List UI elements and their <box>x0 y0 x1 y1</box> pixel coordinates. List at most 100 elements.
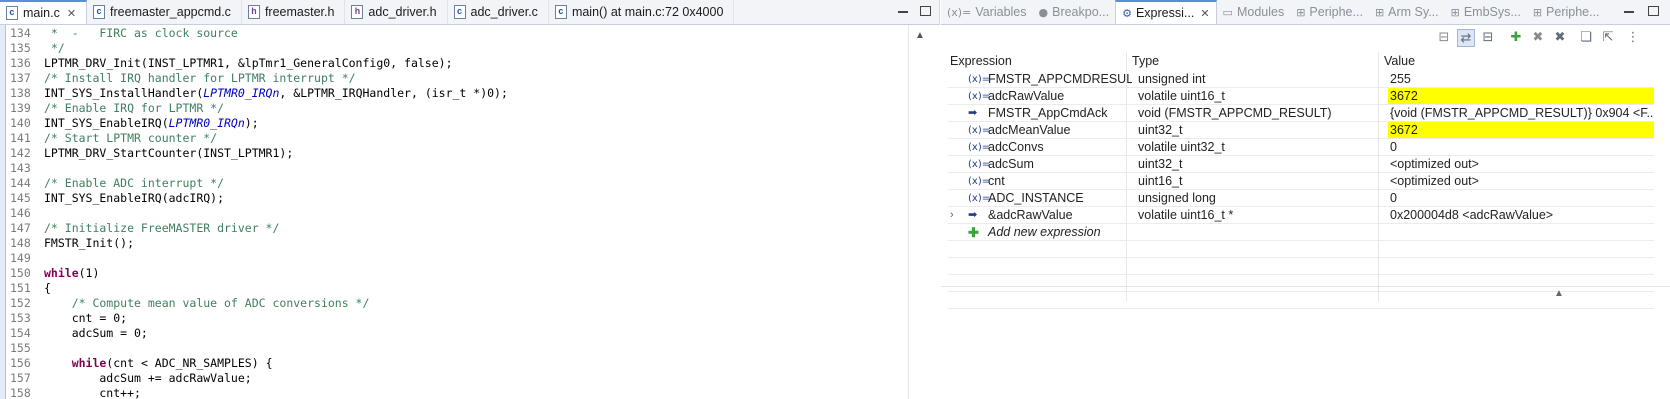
tab-breakpoints[interactable]: ● Breakpo... <box>1033 0 1116 24</box>
expression-row[interactable]: (x)= cnt uint16_t <optimized out> <box>948 173 1654 190</box>
column-header-value[interactable]: Value <box>1382 52 1415 70</box>
tab-adc-driver-h[interactable]: h adc_driver.h <box>345 0 448 24</box>
code-line[interactable]: 142 LPTMR_DRV_StartCounter(INST_LPTMR1); <box>6 146 906 161</box>
tab-variables[interactable]: (x)= Variables <box>941 0 1033 24</box>
code-line[interactable]: 140 INT_SYS_EnableIRQ(LPTMR0_IRQn); <box>6 116 906 131</box>
show-logical-structure-icon[interactable]: ⇄ <box>1457 29 1475 47</box>
expand-chevron-icon[interactable]: › <box>950 207 954 224</box>
code-line[interactable]: 141 /* Start LPTMR counter */ <box>6 131 906 146</box>
code-line[interactable]: 144 /* Enable ADC interrupt */ <box>6 176 906 191</box>
expression-cell[interactable]: (x)= ADC_INSTANCE <box>968 190 1132 207</box>
type-cell: unsigned int <box>1138 72 1206 86</box>
close-icon[interactable]: ✕ <box>1200 7 1209 20</box>
code-line[interactable]: 137 /* Install IRQ handler for LPTMR inte… <box>6 71 906 86</box>
code-line[interactable]: 138 INT_SYS_InstallHandler(LPTMR0_IRQn, &… <box>6 86 906 101</box>
expression-cell[interactable]: ➡ FMSTR_AppCmdAck <box>968 105 1132 122</box>
code-text: , &LPTMR_IRQHandler, (isr_t *)0); <box>279 86 508 100</box>
code-line[interactable]: 147 /* Initialize FreeMASTER driver */ <box>6 221 906 236</box>
add-expression-icon[interactable]: ✚ <box>1507 29 1525 47</box>
expression-row[interactable]: (x)= adcSum uint32_t <optimized out> <box>948 156 1654 173</box>
maximize-icon[interactable] <box>917 3 933 19</box>
editor-vertical-scrollbar[interactable]: ▲ <box>908 25 940 399</box>
code-line[interactable]: 157 adcSum += adcRawValue; <box>6 371 906 386</box>
tab-modules[interactable]: ▭ Modules <box>1217 0 1291 24</box>
value-cell[interactable]: 3672 <box>1388 88 1654 105</box>
code-line[interactable]: 136 LPTMR_DRV_Init(INST_LPTMR1, &lpTmr1_G… <box>6 56 906 71</box>
value-cell[interactable]: <optimized out> <box>1388 173 1654 190</box>
expression-row[interactable]: ➡ FMSTR_AppCmdAck void (FMSTR_APPCMD_RESUL… <box>948 105 1654 122</box>
scroll-up-icon[interactable]: ▲ <box>1554 288 1564 299</box>
tab-embsys[interactable]: ⊞ EmbSys... <box>1445 0 1527 24</box>
code-line[interactable]: 150 while(1) <box>6 266 906 281</box>
code-line[interactable]: 154 adcSum = 0; <box>6 326 906 341</box>
value-cell[interactable]: 0 <box>1388 190 1654 207</box>
expression-cell[interactable]: (x)= adcConvs <box>968 139 1132 156</box>
tab-freemaster-h[interactable]: h freemaster.h <box>242 0 346 24</box>
value-cell[interactable]: 3672 <box>1388 122 1654 139</box>
expression-cell[interactable]: ✚ Add new expression <box>968 224 1132 241</box>
new-watch-icon[interactable]: ❏ <box>1577 29 1595 47</box>
minimize-icon[interactable] <box>895 3 911 19</box>
expression-cell[interactable]: (x)= adcRawValue <box>968 88 1132 105</box>
code-line[interactable]: 158 cnt++; <box>6 386 906 399</box>
macro-name: LPTMR0_IRQn <box>203 86 280 100</box>
code-line[interactable]: 135 */ <box>6 41 906 56</box>
code-line[interactable]: 155 <box>6 341 906 356</box>
tab-expressions[interactable]: ⚙ Expressi... ✕ <box>1115 0 1217 24</box>
expression-cell[interactable]: (x)= cnt <box>968 173 1132 190</box>
registers-icon: ⊞ <box>1450 5 1460 19</box>
tab-freemaster-appcmd-c[interactable]: c freemaster_appcmd.c <box>87 0 242 24</box>
close-icon[interactable]: ✕ <box>67 7 76 20</box>
code-line[interactable]: 146 <box>6 206 906 221</box>
expression-row[interactable]: (x)= adcRawValue volatile uint16_t 3672 <box>948 88 1654 105</box>
code-line[interactable]: 145 INT_SYS_EnableIRQ(adcIRQ); <box>6 191 906 206</box>
add-new-expression-row[interactable]: ✚ Add new expression <box>948 224 1654 241</box>
code-line[interactable]: 149 <box>6 251 906 266</box>
code-line[interactable]: 152 /* Compute mean value of ADC convers… <box>6 296 906 311</box>
code-line[interactable]: 134 * - FIRC as clock source <box>6 26 906 41</box>
expression-cell[interactable]: (x)= adcMeanValue <box>968 122 1132 139</box>
show-type-names-icon[interactable]: ⊟ <box>1435 29 1453 47</box>
column-header-expression[interactable]: Expression <box>948 52 1012 70</box>
scroll-up-icon[interactable]: ▲ <box>915 30 925 41</box>
expression-row[interactable]: (x)= adcConvs volatile uint32_t 0 <box>948 139 1654 156</box>
expression-name: FMSTR_APPCMDRESULT_N <box>988 72 1132 86</box>
tab-main-c[interactable]: c main.c ✕ <box>0 0 88 24</box>
maximize-icon[interactable] <box>1645 3 1661 19</box>
expression-cell[interactable]: (x)=FMSTR_APPCMDRESULT_N <box>968 71 1132 88</box>
remove-expression-icon[interactable]: ✖ <box>1529 29 1547 47</box>
export-icon[interactable]: ⇱ <box>1599 29 1617 47</box>
function-pointer-icon: ➡ <box>968 107 978 119</box>
code-line[interactable]: 148 FMSTR_Init(); <box>6 236 906 251</box>
minimize-icon[interactable] <box>1621 3 1637 19</box>
collapse-all-icon[interactable]: ⊟ <box>1479 29 1497 47</box>
code-line[interactable]: 143 <box>6 161 906 176</box>
expression-row[interactable]: (x)=FMSTR_APPCMDRESULT_N unsigned int 255 <box>948 71 1654 88</box>
tab-main-disassembly[interactable]: c main() at main.c:72 0x4000 <box>549 0 735 24</box>
view-menu-icon[interactable]: ⋮ <box>1624 29 1642 47</box>
row-gridline <box>948 308 1654 309</box>
code-line[interactable]: 153 cnt = 0; <box>6 311 906 326</box>
code-line[interactable]: 151 { <box>6 281 906 296</box>
code-text-area[interactable]: 134 * - FIRC as clock source 135 */136 LPT… <box>0 25 908 399</box>
value-cell[interactable]: {void (FMSTR_APPCMD_RESULT)} 0x904 <F... <box>1388 105 1654 122</box>
tab-label: Breakpo... <box>1052 5 1110 19</box>
tab-adc-driver-c[interactable]: c adc_driver.c <box>448 0 549 24</box>
code-line[interactable]: 156 while(cnt < ADC_NR_SAMPLES) { <box>6 356 906 371</box>
value-cell[interactable]: 255 <box>1388 71 1654 88</box>
expression-row[interactable]: › ➡ &adcRawValue volatile uint16_t * 0x20000… <box>948 207 1654 224</box>
value-cell[interactable]: 0x200004d8 <adcRawValue> <box>1388 207 1654 224</box>
remove-all-expressions-icon[interactable]: ✖ <box>1551 29 1569 47</box>
value-cell[interactable]: <optimized out> <box>1388 156 1654 173</box>
tab-peripherals-1[interactable]: ⊞ Periphe... <box>1290 0 1369 24</box>
code-line[interactable]: 139 /* Enable IRQ for LPTMR */ <box>6 101 906 116</box>
row-gridline <box>948 87 1654 88</box>
column-header-type[interactable]: Type <box>1130 52 1159 70</box>
expression-row[interactable]: (x)= adcMeanValue uint32_t 3672 <box>948 122 1654 139</box>
tab-peripherals-2[interactable]: ⊞ Periphe... <box>1527 0 1606 24</box>
value-cell[interactable]: 0 <box>1388 139 1654 156</box>
tab-arm-system[interactable]: ⊞ Arm Sy... <box>1369 0 1445 24</box>
expression-cell[interactable]: (x)= adcSum <box>968 156 1132 173</box>
expression-row[interactable]: (x)= ADC_INSTANCE unsigned long 0 <box>948 190 1654 207</box>
expression-cell[interactable]: ➡ &adcRawValue <box>968 207 1132 224</box>
